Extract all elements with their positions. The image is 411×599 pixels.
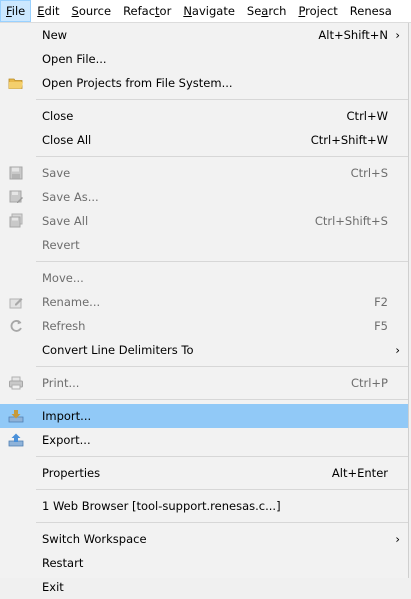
export-icon (8, 432, 24, 448)
menu-bar: File Edit Source Refactor Navigate Searc… (0, 0, 411, 23)
menu-separator (36, 156, 408, 157)
menu-item-label: Save (42, 166, 71, 180)
menu-file[interactable]: File (0, 0, 32, 22)
menu-item-new[interactable]: New Alt+Shift+N › (0, 23, 408, 47)
menu-item-label: Rename... (42, 295, 101, 309)
menu-item-label: Move... (42, 271, 84, 285)
printer-icon (8, 375, 24, 391)
menu-item-shortcut: Alt+Enter (331, 466, 388, 480)
menu-item-close[interactable]: Close Ctrl+W (0, 104, 408, 128)
menu-item-close-all[interactable]: Close All Ctrl+Shift+W (0, 128, 408, 152)
menu-item-revert[interactable]: Revert (0, 233, 408, 257)
menu-item-label: New (42, 28, 68, 42)
menu-item-export[interactable]: Export... (0, 428, 408, 452)
menu-separator (36, 99, 408, 100)
menu-item-label: Import... (42, 409, 92, 423)
menu-item-label: Open File... (42, 52, 107, 66)
menu-item-shortcut: Ctrl+Shift+W (310, 133, 388, 147)
submenu-arrow-icon: › (395, 343, 400, 357)
menu-item-save-all[interactable]: Save All Ctrl+Shift+S (0, 209, 408, 233)
menu-search[interactable]: Search (241, 0, 293, 22)
menu-item-label: Close (42, 109, 74, 123)
menu-item-import[interactable]: Import... (0, 404, 408, 428)
menu-item-exit[interactable]: Exit (0, 575, 408, 599)
menu-project[interactable]: Project (292, 0, 343, 22)
menu-item-shortcut: F5 (374, 319, 388, 333)
menu-item-shortcut: Ctrl+P (350, 376, 388, 390)
folder-icon (8, 75, 24, 91)
menu-separator (36, 456, 408, 457)
menu-item-label: Refresh (42, 319, 86, 333)
menu-refactor[interactable]: Refactor (117, 0, 177, 22)
menu-separator (36, 489, 408, 490)
menu-item-recent-file[interactable]: 1 Web Browser [tool-support.renesas.c...… (0, 494, 408, 518)
menu-item-label: Save As... (42, 190, 99, 204)
file-menu-dropdown: New Alt+Shift+N › Open File... Open Proj… (0, 23, 409, 594)
menu-item-label: Revert (42, 238, 80, 252)
menu-separator (36, 261, 408, 262)
menu-item-move[interactable]: Move... (0, 266, 408, 290)
menu-item-label: Switch Workspace (42, 532, 147, 546)
menu-item-shortcut: Ctrl+Shift+S (314, 214, 388, 228)
menu-navigate[interactable]: Navigate (177, 0, 241, 22)
save-icon (8, 165, 24, 181)
menu-item-restart[interactable]: Restart (0, 551, 408, 575)
menu-edit[interactable]: Edit (31, 0, 65, 22)
import-icon (8, 408, 24, 424)
menu-item-print[interactable]: Print... Ctrl+P (0, 371, 408, 395)
submenu-arrow-icon: › (395, 532, 400, 546)
menu-item-switch-workspace[interactable]: Switch Workspace › (0, 527, 408, 551)
menu-item-label: Convert Line Delimiters To (42, 343, 194, 357)
menu-source[interactable]: Source (66, 0, 118, 22)
menu-item-label: Export... (42, 433, 91, 447)
menu-separator (36, 522, 408, 523)
menu-item-shortcut: Ctrl+W (346, 109, 388, 123)
menu-item-open-file[interactable]: Open File... (0, 47, 408, 71)
save-as-icon (8, 189, 24, 205)
menu-item-label: Open Projects from File System... (42, 76, 233, 90)
menu-separator (36, 366, 408, 367)
submenu-arrow-icon: › (395, 28, 400, 42)
refresh-icon (8, 318, 24, 334)
menu-item-save-as[interactable]: Save As... (0, 185, 408, 209)
menu-item-label: Print... (42, 376, 80, 390)
menu-item-label: Close All (42, 133, 92, 147)
menu-item-label: Properties (42, 466, 101, 480)
rename-icon (8, 294, 24, 310)
menu-item-label: Restart (42, 556, 84, 570)
menu-item-properties[interactable]: Properties Alt+Enter (0, 461, 408, 485)
menu-item-label: 1 Web Browser [tool-support.renesas.c...… (42, 499, 281, 513)
menu-separator (36, 399, 408, 400)
menu-item-shortcut: Alt+Shift+N (318, 28, 388, 42)
menu-item-shortcut: F2 (374, 295, 388, 309)
menu-renesas[interactable]: Renesa (344, 0, 398, 22)
menu-item-label: Save All (42, 214, 89, 228)
menu-item-save[interactable]: Save Ctrl+S (0, 161, 408, 185)
menu-item-convert-line-delimiters[interactable]: Convert Line Delimiters To › (0, 338, 408, 362)
menu-item-rename[interactable]: Rename... F2 (0, 290, 408, 314)
menu-item-refresh[interactable]: Refresh F5 (0, 314, 408, 338)
save-all-icon (8, 213, 24, 229)
menu-item-open-projects[interactable]: Open Projects from File System... (0, 71, 408, 95)
menu-item-label: Exit (42, 580, 64, 594)
menu-item-shortcut: Ctrl+S (350, 166, 388, 180)
